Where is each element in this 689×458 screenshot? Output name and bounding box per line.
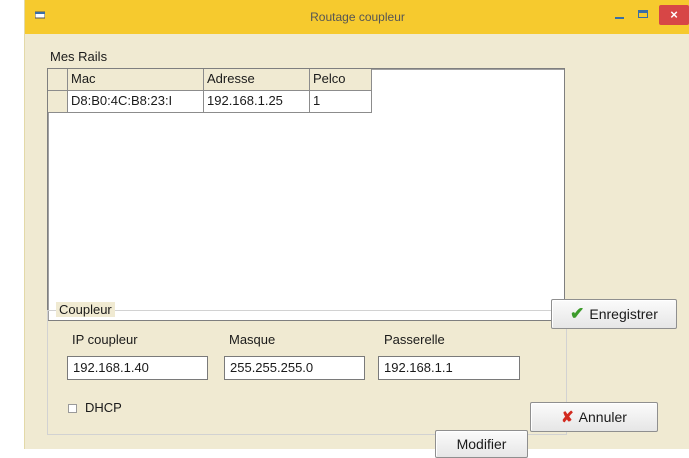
row-indicator[interactable]: [48, 91, 68, 113]
grid-corner-cell[interactable]: [48, 69, 68, 91]
checkmark-icon: ✔: [570, 304, 585, 323]
routage-coupleur-window: Routage coupleur × Mes Rails Mac Adresse…: [24, 0, 689, 458]
cell-mac[interactable]: D8:B0:4C:B8:23:I: [68, 91, 204, 113]
cancel-x-icon: ✘: [561, 409, 574, 426]
window-client-area: Mes Rails Mac Adresse Pelco D8:B0:4C:B8:…: [25, 34, 689, 458]
ip-coupleur-label: IP coupleur: [72, 332, 138, 347]
annuler-label: Annuler: [578, 409, 627, 425]
modifier-button[interactable]: Modifier: [435, 430, 528, 458]
close-icon: ×: [670, 7, 678, 22]
maximize-button[interactable]: [634, 5, 654, 25]
masque-field[interactable]: 255.255.255.0: [224, 356, 365, 380]
close-button[interactable]: ×: [659, 5, 689, 25]
rails-label: Mes Rails: [50, 49, 108, 64]
column-header-mac[interactable]: Mac: [68, 69, 204, 91]
masque-label: Masque: [229, 332, 276, 347]
dhcp-label[interactable]: DHCP: [85, 400, 122, 415]
grid-header-row: Mac Adresse Pelco: [48, 69, 372, 91]
table-row[interactable]: D8:B0:4C:B8:23:I 192.168.1.25 1: [48, 91, 372, 113]
enregistrer-button[interactable]: ✔ Enregistrer: [551, 299, 677, 329]
coupleur-group-title: Coupleur: [56, 302, 115, 317]
column-header-adresse[interactable]: Adresse: [204, 69, 310, 91]
maximize-icon: [638, 10, 648, 18]
minimize-button[interactable]: [610, 5, 630, 25]
modifier-label: Modifier: [456, 436, 507, 452]
cell-adresse[interactable]: 192.168.1.25: [204, 91, 310, 113]
enregistrer-label: Enregistrer: [589, 306, 658, 322]
minimize-icon: [615, 17, 624, 19]
cell-pelco[interactable]: 1: [310, 91, 372, 113]
annuler-button[interactable]: ✘ Annuler: [530, 402, 658, 432]
passerelle-label: Passerelle: [384, 332, 445, 347]
rails-grid[interactable]: Mac Adresse Pelco D8:B0:4C:B8:23:I 192.1…: [47, 68, 565, 321]
title-bar[interactable]: Routage coupleur ×: [25, 0, 689, 34]
ip-coupleur-field[interactable]: 192.168.1.40: [67, 356, 208, 380]
passerelle-field[interactable]: 192.168.1.1: [378, 356, 520, 380]
window-title: Routage coupleur: [310, 10, 405, 24]
dhcp-checkbox[interactable]: [68, 404, 77, 413]
column-header-pelco[interactable]: Pelco: [310, 69, 372, 91]
